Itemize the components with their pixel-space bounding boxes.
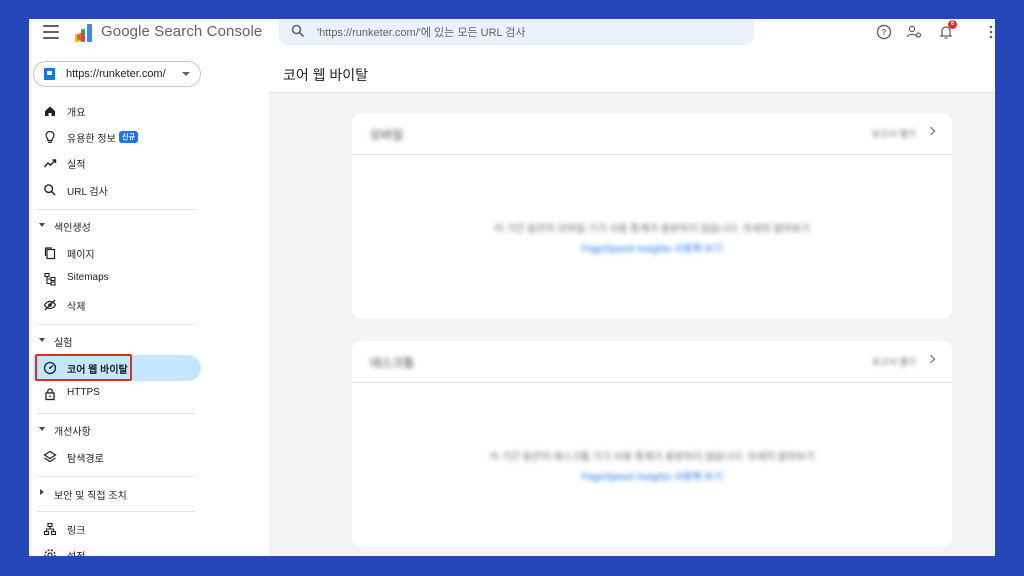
settings-icon: [44, 549, 56, 556]
chevron-down-icon: [182, 72, 190, 76]
layers-icon: [43, 450, 57, 463]
card-message: 이 기간 동안의 데스크톱 기기 사용 통계가 충분하지 않습니다. 자세히 알…: [489, 452, 815, 463]
sidebar-item-label: 유용한 정보: [67, 134, 116, 145]
sidebar-item-insights[interactable]: 유용한 정보 신규: [33, 124, 201, 150]
sidebar-item-label: 탐색경로: [67, 454, 104, 465]
eye-off-icon: [43, 299, 57, 311]
chevron-right-icon[interactable]: [926, 354, 936, 364]
sidebar-item-label: 링크: [67, 526, 86, 537]
new-badge: 신규: [119, 131, 138, 143]
sidebar-item-url-inspection[interactable]: URL 검사: [33, 177, 201, 203]
sidebar-divider: [37, 413, 195, 414]
svg-text:?: ?: [882, 28, 887, 37]
card-title: 데스크톱: [370, 356, 415, 370]
search-console-logo[interactable]: [73, 22, 95, 44]
apps-grid-icon[interactable]: [983, 24, 995, 40]
sidebar-item-links[interactable]: 링크: [33, 516, 201, 542]
trending-up-icon: [43, 159, 57, 168]
sidebar-item-https[interactable]: HTTPS: [33, 381, 201, 407]
card-title: 모바일: [370, 128, 404, 142]
mobile-card: 모바일 보고서 열기 이 기간 동안의 모바일 기기 사용 통계가 충분하지 않…: [352, 113, 952, 319]
sidebar-divider: [37, 476, 195, 477]
desktop-card: 데스크톱 보고서 열기 이 기간 동안의 데스크톱 기기 사용 통계가 충분하지…: [352, 341, 952, 547]
sidebar-item-pages[interactable]: 페이지: [33, 240, 201, 266]
section-title: 보안 및 직접 조치: [54, 491, 127, 502]
lock-icon: [45, 388, 55, 401]
chevron-right-icon[interactable]: [926, 126, 936, 136]
help-icon[interactable]: ?: [876, 24, 892, 40]
sidebar-item-overview[interactable]: 개요: [33, 98, 201, 124]
lightbulb-icon: [45, 130, 55, 143]
pagespeed-insights-link[interactable]: PageSpeed Insights 사용해 보기: [352, 240, 952, 255]
property-url: https://runketer.com/: [66, 68, 166, 80]
manage-users-icon[interactable]: [906, 24, 922, 40]
search-icon: [44, 184, 56, 196]
caret-down-icon: [39, 427, 45, 431]
sidebar-item-performance[interactable]: 실적: [33, 150, 201, 176]
card-message: 이 기간 동안의 모바일 기기 사용 통계가 충분하지 않습니다. 자세히 알아…: [494, 224, 810, 235]
sidebar-item-breadcrumbs[interactable]: 탐색경로: [33, 444, 201, 470]
notification-count-badge: 6: [948, 20, 957, 29]
card-header[interactable]: 모바일 보고서 열기: [352, 113, 952, 155]
sidebar-item-label: 삭제: [67, 302, 86, 313]
search-input[interactable]: 'https://runketer.com/'에 있는 모든 URL 검사: [317, 24, 526, 40]
sidebar-item-label: 개요: [67, 108, 86, 119]
url-inspection-search[interactable]: 'https://runketer.com/'에 있는 모든 URL 검사: [279, 19, 754, 45]
pages-icon: [44, 247, 56, 260]
app-window: Google Search Console 'https://runketer.…: [29, 19, 995, 556]
sidebar-item-sitemaps[interactable]: Sitemaps: [33, 266, 201, 292]
property-icon: [44, 68, 55, 80]
open-report-link[interactable]: 보고서 열기: [872, 355, 916, 368]
sidebar-divider: [37, 324, 195, 325]
card-header[interactable]: 데스크톱 보고서 열기: [352, 341, 952, 383]
top-bar: Google Search Console 'https://runketer.…: [29, 19, 995, 49]
highlight-box: [35, 354, 132, 381]
section-title: 실험: [54, 338, 73, 349]
page-title: 코어 웹 바이탈: [283, 67, 369, 83]
sidebar-divider: [37, 511, 195, 512]
sidebar-item-label: 실적: [67, 160, 86, 171]
section-title: 색인생성: [54, 223, 91, 234]
sidebar-item-label: HTTPS: [67, 387, 100, 398]
sidebar-item-label: Sitemaps: [67, 272, 109, 283]
caret-down-icon: [39, 338, 45, 342]
sitemap-tree-icon: [43, 522, 57, 536]
sidebar-item-label: 설정: [67, 548, 85, 556]
sidebar-item-label: 페이지: [67, 250, 95, 261]
search-icon: [291, 24, 305, 38]
caret-down-icon: [39, 223, 45, 227]
home-icon: [45, 106, 55, 116]
sidebar-item-label: URL 검사: [67, 187, 108, 198]
app-title: Google Search Console: [101, 23, 263, 40]
caret-right-icon: [40, 489, 44, 495]
sitemap-icon: [44, 272, 56, 286]
property-selector[interactable]: https://runketer.com/: [33, 61, 201, 87]
hamburger-menu-icon[interactable]: [43, 25, 59, 39]
sidebar-item-settings[interactable]: 설정: [33, 542, 201, 556]
open-report-link[interactable]: 보고서 열기: [872, 127, 916, 140]
section-title: 개선사항: [54, 427, 91, 438]
sidebar-item-removals[interactable]: 삭제: [33, 292, 201, 318]
sidebar-divider: [37, 209, 195, 210]
pagespeed-insights-link[interactable]: PageSpeed Insights 사용해 보기: [352, 468, 952, 483]
